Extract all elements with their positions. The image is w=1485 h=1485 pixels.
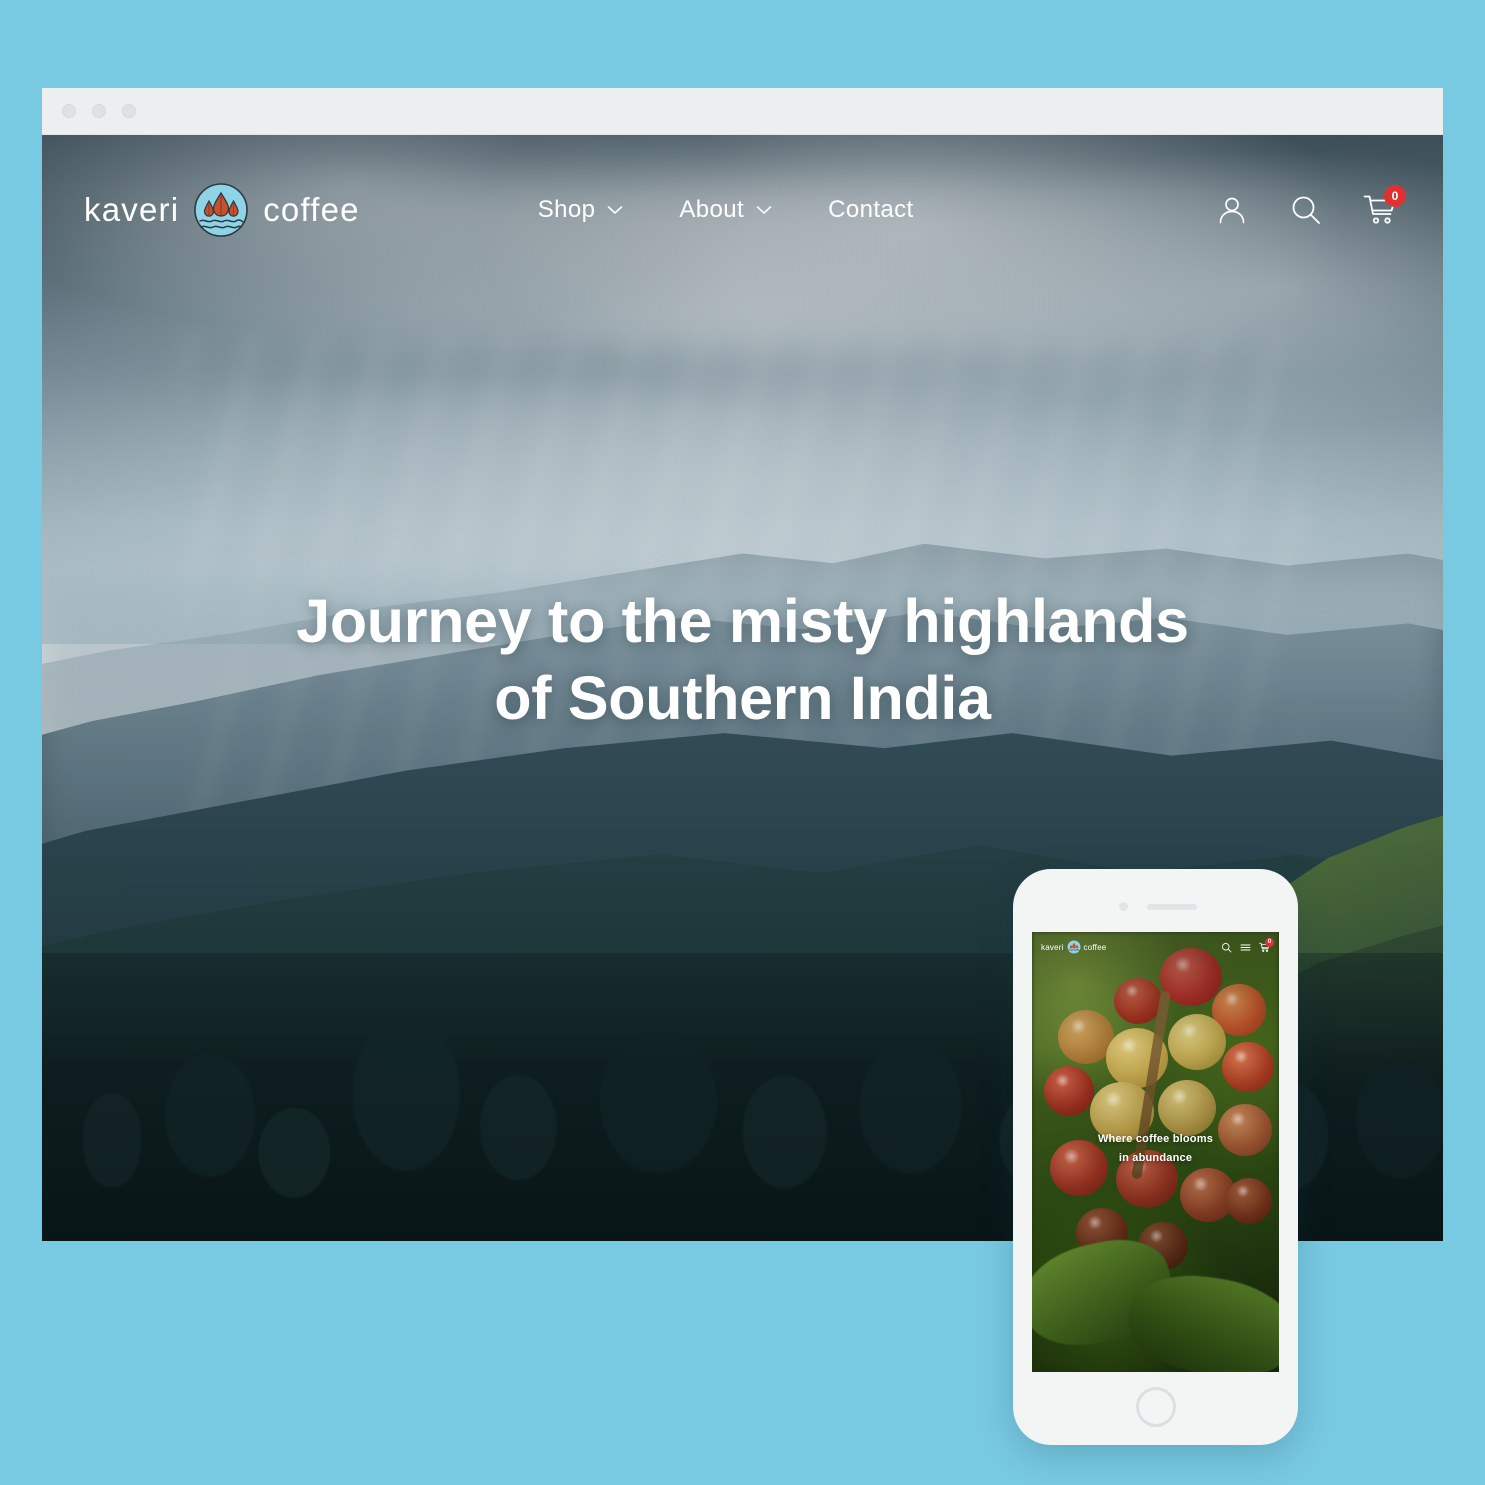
mobile-cart-badge: 0: [1265, 937, 1274, 947]
logo-text-left: kaveri: [84, 191, 180, 228]
water-droplet-leaf-circle-logo-icon: [1067, 940, 1081, 954]
logo-text-right: coffee: [263, 191, 360, 228]
mobile-logo-text-left: kaveri: [1041, 942, 1064, 952]
mobile-logo-text-right: coffee: [1083, 942, 1107, 952]
window-minimize-dot[interactable]: [92, 104, 106, 118]
mobile-hero-content: Where coffee blooms in abundance: [1032, 1130, 1279, 1169]
hamburger-menu-icon[interactable]: [1240, 942, 1251, 953]
mobile-header-icon-group: 0: [1221, 937, 1274, 953]
mobile-site-logo[interactable]: kaveri coffee: [1041, 940, 1106, 954]
search-icon[interactable]: [1289, 193, 1323, 227]
window-maximize-dot[interactable]: [122, 104, 136, 118]
header-icon-group: 0: [1215, 185, 1406, 227]
mobile-hero-headline: Where coffee blooms in abundance: [1056, 1130, 1255, 1169]
nav-item-about[interactable]: About: [679, 196, 772, 224]
home-button[interactable]: [1135, 1387, 1176, 1427]
phone-screen: kaveri coffee 0 Where coffee blooms in a…: [1032, 932, 1279, 1372]
nav-item-about-label: About: [679, 196, 745, 223]
nav-item-contact[interactable]: Contact: [828, 196, 914, 224]
chevron-down-icon: [607, 205, 623, 215]
cart-button[interactable]: 0: [1363, 185, 1406, 227]
mobile-hero-headline-line-2: in abundance: [1118, 1152, 1193, 1165]
main-navigation: Shop About Contact: [538, 196, 914, 224]
cart-badge: 0: [1384, 185, 1406, 207]
nav-item-shop[interactable]: Shop: [538, 196, 624, 224]
nav-item-shop-label: Shop: [537, 196, 596, 223]
search-icon[interactable]: [1221, 942, 1232, 953]
hero-headline-line-1: Journey to the misty highlands: [296, 586, 1189, 655]
site-logo[interactable]: kaveri coffee: [84, 182, 360, 238]
browser-titlebar: [42, 88, 1443, 135]
hero-headline: Journey to the misty highlands of Southe…: [296, 583, 1189, 738]
nav-item-contact-label: Contact: [828, 196, 914, 223]
hero-headline-line-2: of Southern India: [494, 664, 991, 732]
earpiece-speaker-icon: [1147, 904, 1197, 910]
chevron-down-icon: [756, 205, 772, 215]
account-icon[interactable]: [1215, 193, 1249, 227]
site-header: kaveri coffee Shop About Contact 0: [42, 135, 1443, 285]
mobile-header: kaveri coffee 0: [1032, 932, 1279, 962]
water-droplet-leaf-circle-logo-icon: [193, 182, 249, 238]
mobile-hero-headline-line-1: Where coffee blooms: [1097, 1133, 1214, 1145]
mobile-cart-button[interactable]: 0: [1259, 937, 1274, 953]
phone-mockup: kaveri coffee 0 Where coffee blooms in a…: [1013, 869, 1298, 1445]
window-close-dot[interactable]: [62, 104, 76, 118]
front-camera-dot-icon: [1119, 902, 1128, 911]
